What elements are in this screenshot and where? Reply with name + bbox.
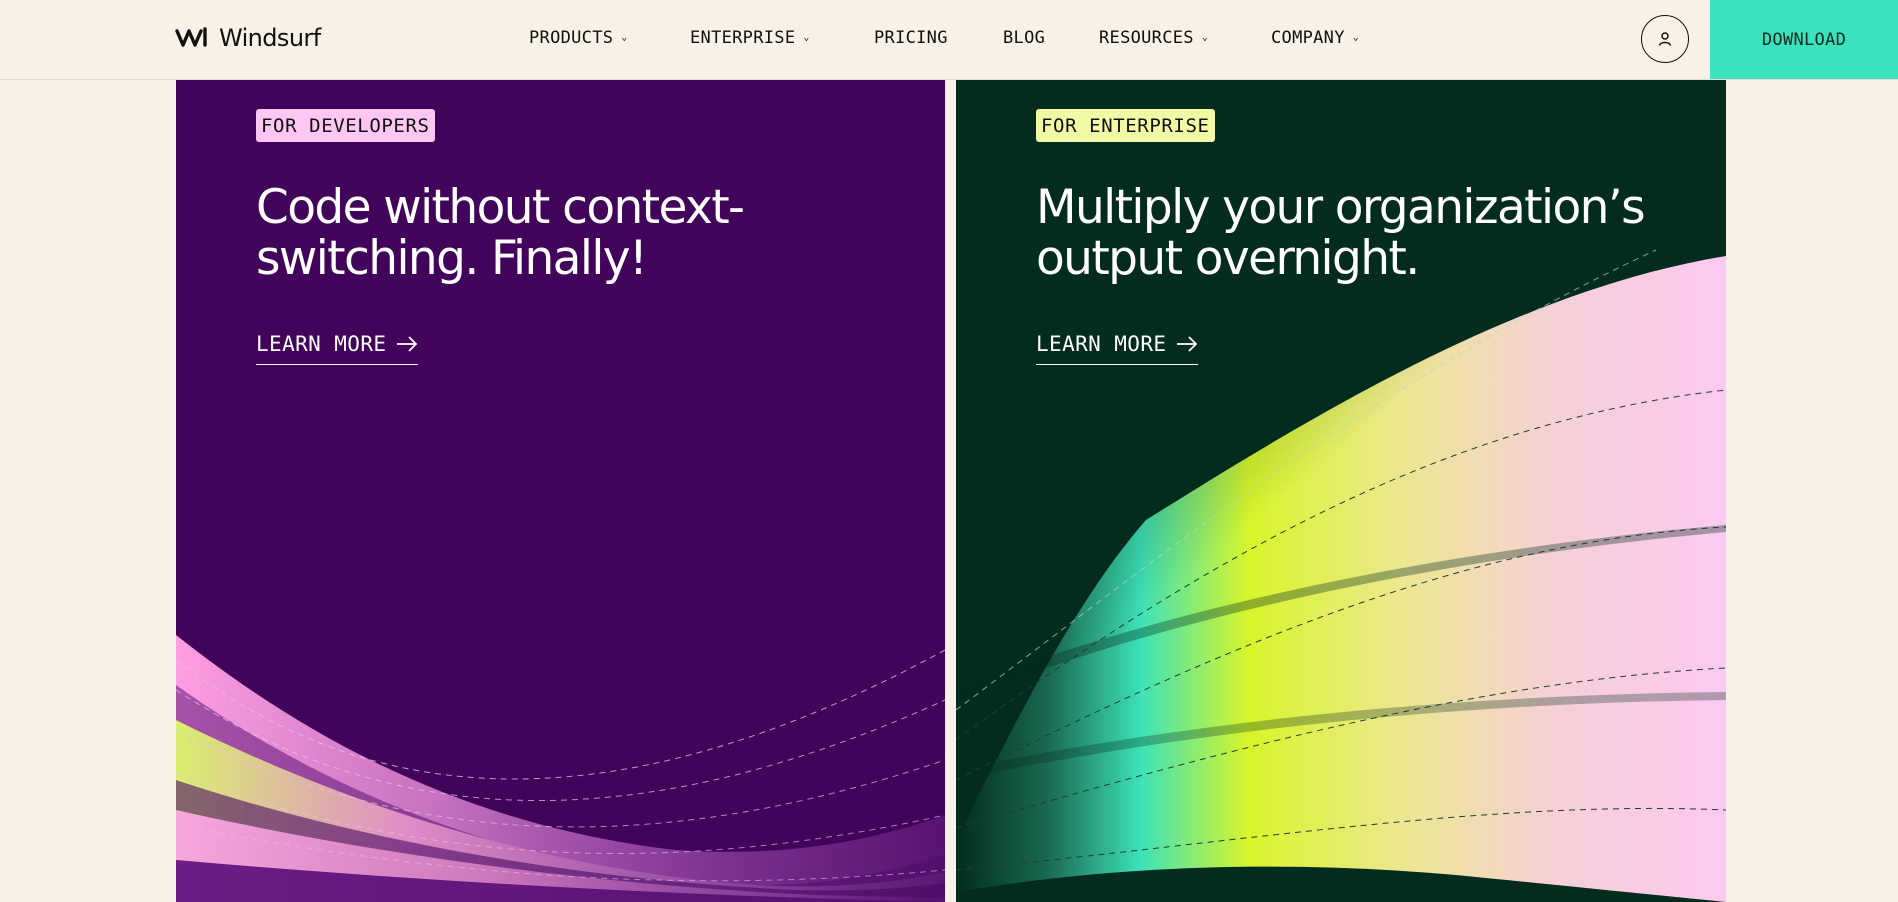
nav-label: RESOURCES — [1099, 28, 1194, 48]
nav-label: ENTERPRISE — [690, 28, 796, 48]
windsurf-logo[interactable]: Windsurf — [175, 24, 321, 52]
nav-enterprise[interactable]: ENTERPRISE ⌄ — [690, 28, 810, 48]
windsurf-wave-logo-icon — [175, 27, 207, 47]
nav-products[interactable]: PRODUCTS ⌄ — [529, 28, 628, 48]
nav-resources[interactable]: RESOURCES ⌄ — [1099, 28, 1208, 48]
learn-more-label: LEARN MORE — [256, 332, 387, 356]
nav-label: PRICING — [874, 28, 948, 48]
nav-label: PRODUCTS — [529, 28, 614, 48]
chevron-down-icon: ⌄ — [1352, 32, 1360, 43]
top-navigation-bar: Windsurf PRODUCTS ⌄ ENTERPRISE ⌄ PRICING… — [0, 0, 1898, 80]
enterprise-headline: Multiply your organization’s output over… — [1036, 182, 1676, 284]
nav-pricing[interactable]: PRICING — [874, 28, 948, 48]
headline-line: Code without context- — [256, 180, 745, 235]
logo-wordmark: Windsurf — [219, 24, 321, 52]
developers-learn-more-link[interactable]: LEARN MORE — [256, 332, 419, 365]
developers-badge: FOR DEVELOPERS — [256, 109, 435, 142]
nav-blog[interactable]: BLOG — [1003, 28, 1045, 48]
arrow-right-icon — [1177, 336, 1198, 352]
arrow-right-icon — [397, 336, 418, 352]
enterprise-badge: FOR ENTERPRISE — [1036, 109, 1215, 142]
user-icon — [1658, 32, 1672, 46]
headline-line: Multiply your organization’s — [1036, 180, 1646, 235]
learn-more-label: LEARN MORE — [1036, 332, 1167, 356]
nav-label: BLOG — [1003, 28, 1046, 48]
chevron-down-icon: ⌄ — [621, 32, 628, 43]
chevron-down-icon: ⌄ — [1201, 32, 1209, 43]
headline-line: output overnight. — [1036, 231, 1420, 286]
enterprise-learn-more-link[interactable]: LEARN MORE — [1036, 332, 1199, 365]
enterprise-card[interactable]: FOR ENTERPRISE Multiply your organizatio… — [956, 80, 1726, 902]
developers-card[interactable]: FOR DEVELOPERS Code without context- swi… — [176, 80, 945, 902]
nav-label: COMPANY — [1271, 28, 1345, 48]
chevron-down-icon: ⌄ — [803, 32, 810, 43]
download-button[interactable]: DOWNLOAD — [1710, 0, 1898, 79]
headline-line: switching. Finally! — [256, 231, 648, 286]
nav-company[interactable]: COMPANY ⌄ — [1271, 28, 1359, 48]
developers-headline: Code without context- switching. Finally… — [256, 182, 896, 284]
account-button[interactable] — [1641, 15, 1689, 63]
